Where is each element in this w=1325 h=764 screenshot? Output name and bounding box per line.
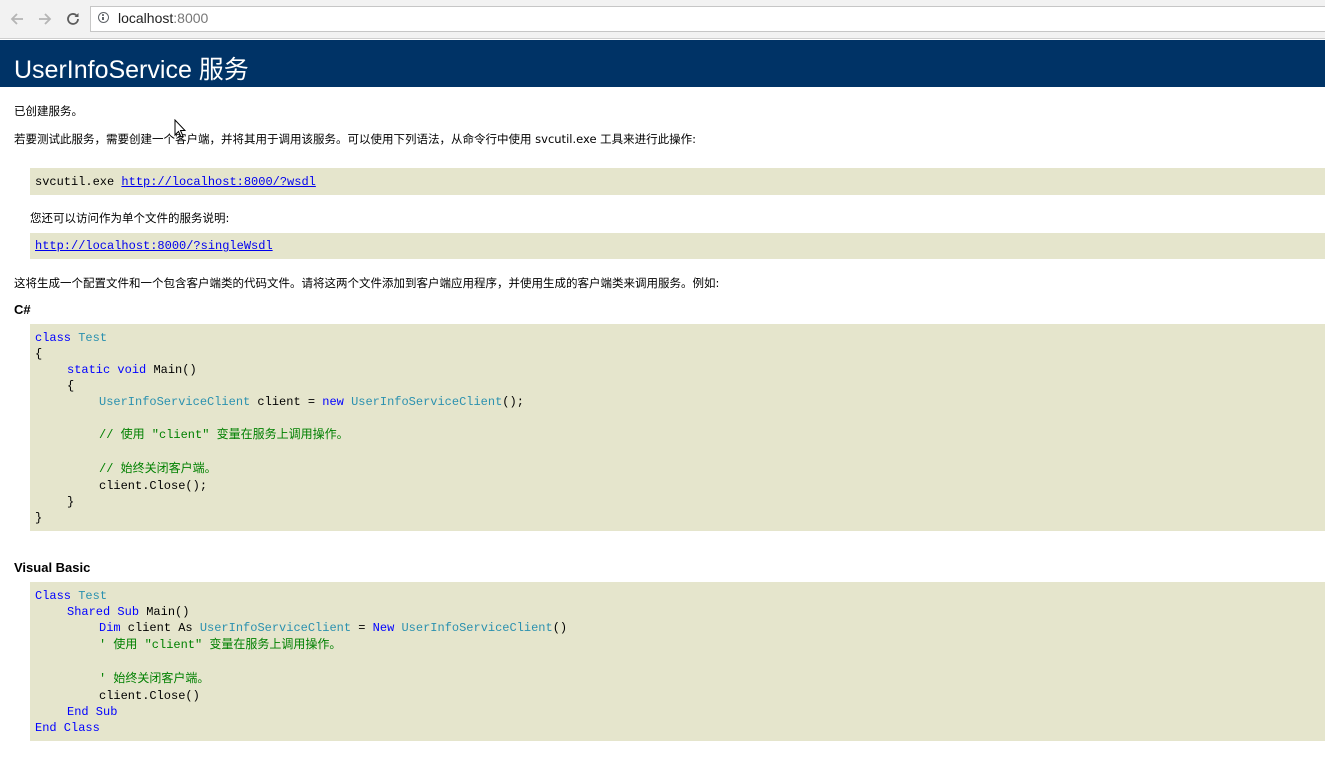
browser-toolbar: localhost:8000 bbox=[0, 0, 1325, 39]
forward-arrow-icon[interactable] bbox=[34, 8, 56, 30]
code-line: { bbox=[35, 347, 43, 361]
page-title: UserInfoService 服务 bbox=[14, 56, 249, 84]
single-wsdl-block: http://localhost:8000/?singleWsdl bbox=[30, 233, 1325, 259]
intro-text: 若要测试此服务，需要创建一个客户端，并将其用于调用该服务。可以使用下列语法，从命… bbox=[14, 132, 697, 146]
vb-section-title: Visual Basic bbox=[14, 560, 91, 575]
back-arrow-icon[interactable] bbox=[6, 8, 28, 30]
page-heading-bar: UserInfoService 服务 bbox=[0, 40, 1325, 87]
code-line: static void Main() bbox=[67, 363, 197, 377]
code-line: Dim client As UserInfoServiceClient = Ne… bbox=[99, 621, 568, 635]
code-line: { bbox=[67, 379, 75, 393]
generate-note: 这将生成一个配置文件和一个包含客户端类的代码文件。请将这两个文件添加到客户端应用… bbox=[14, 276, 720, 290]
reload-icon[interactable] bbox=[62, 8, 84, 30]
vb-code-block: Class Test Shared Sub Main() Dim client … bbox=[30, 582, 1325, 741]
code-line: UserInfoServiceClient client = new UserI… bbox=[99, 395, 524, 409]
code-line: Shared Sub Main() bbox=[67, 605, 190, 619]
csharp-code-block: class Test { static void Main() { UserIn… bbox=[30, 324, 1325, 531]
code-line: Class Test bbox=[35, 589, 108, 603]
code-line: client.Close() bbox=[99, 689, 200, 703]
single-wsdl-link[interactable]: http://localhost:8000/?singleWsdl bbox=[35, 239, 273, 253]
code-line: End Sub bbox=[67, 705, 118, 719]
single-file-note: 您还可以访问作为单个文件的服务说明: bbox=[30, 211, 230, 225]
url-text: localhost:8000 bbox=[118, 10, 209, 26]
info-icon[interactable] bbox=[98, 12, 109, 23]
code-line: End Class bbox=[35, 721, 100, 735]
code-line: } bbox=[67, 495, 75, 509]
code-comment: ' 使用 "client" 变量在服务上调用操作。 bbox=[99, 638, 342, 652]
code-comment: ' 始终关闭客户端。 bbox=[99, 672, 210, 686]
address-bar[interactable]: localhost:8000 bbox=[90, 6, 1325, 32]
service-created-text: 已创建服务。 bbox=[14, 104, 83, 118]
code-comment: // 使用 "client" 变量在服务上调用操作。 bbox=[99, 428, 349, 442]
code-line: } bbox=[35, 511, 43, 525]
code-line: class Test bbox=[35, 331, 108, 345]
code-comment: // 始终关闭客户端。 bbox=[99, 462, 217, 476]
csharp-section-title: C# bbox=[14, 302, 31, 317]
svcutil-command-block: svcutil.exe http://localhost:8000/?wsdl bbox=[30, 168, 1325, 195]
mouse-cursor-icon bbox=[174, 119, 186, 138]
code-line: client.Close(); bbox=[99, 479, 208, 493]
wsdl-link[interactable]: http://localhost:8000/?wsdl bbox=[121, 175, 315, 189]
